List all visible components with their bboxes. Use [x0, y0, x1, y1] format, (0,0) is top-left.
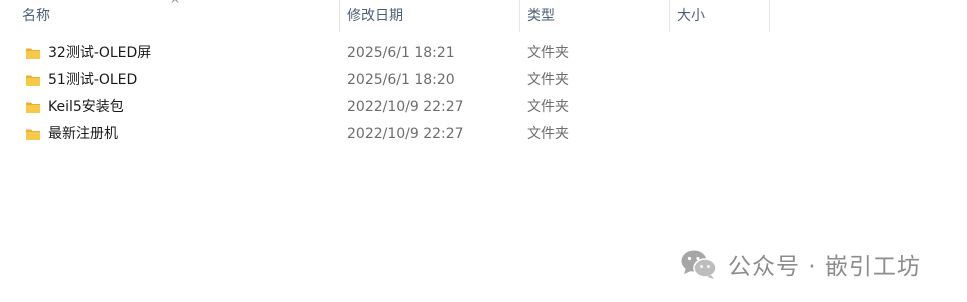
file-date-modified: 2025/6/1 18:21	[347, 45, 455, 61]
file-name: 51测试-OLED	[48, 72, 138, 88]
file-name: 最新注册机	[48, 126, 118, 142]
file-row[interactable]: 最新注册机 2022/10/9 22:27 文件夹	[14, 121, 774, 148]
folder-icon	[26, 48, 40, 59]
column-header-date-modified[interactable]: 修改日期	[339, 0, 520, 32]
sort-ascending-icon: ^	[170, 0, 181, 11]
file-type: 文件夹	[527, 126, 569, 142]
file-row[interactable]: Keil5安装包 2022/10/9 22:27 文件夹	[14, 94, 774, 121]
file-explorer: 名称 ^ 修改日期 类型 大小 32测试-OLED屏 2025/6/1 18:2…	[0, 0, 967, 302]
folder-icon	[26, 75, 40, 86]
file-date-modified: 2025/6/1 18:20	[347, 72, 455, 88]
file-row[interactable]: 51测试-OLED 2025/6/1 18:20 文件夹	[14, 67, 774, 94]
file-date-modified: 2022/10/9 22:27	[347, 126, 464, 142]
file-name: Keil5安装包	[48, 99, 124, 115]
file-type: 文件夹	[527, 72, 569, 88]
wechat-logo-icon	[681, 250, 717, 279]
watermark-text: 公众号 · 嵌引工坊	[728, 254, 921, 280]
column-divider[interactable]	[769, 0, 770, 32]
folder-icon	[26, 102, 40, 113]
watermark: 公众号 · 嵌引工坊	[680, 248, 921, 280]
column-header-bar: 名称 ^ 修改日期 类型 大小	[0, 0, 770, 32]
folder-icon	[26, 129, 40, 140]
file-name: 32测试-OLED屏	[48, 45, 152, 61]
file-date-modified: 2022/10/9 22:27	[347, 99, 464, 115]
file-type: 文件夹	[527, 99, 569, 115]
column-header-size[interactable]: 大小	[669, 0, 770, 32]
file-row[interactable]: 32测试-OLED屏 2025/6/1 18:21 文件夹	[14, 40, 774, 67]
column-header-type[interactable]: 类型	[519, 0, 670, 32]
file-type: 文件夹	[527, 45, 569, 61]
